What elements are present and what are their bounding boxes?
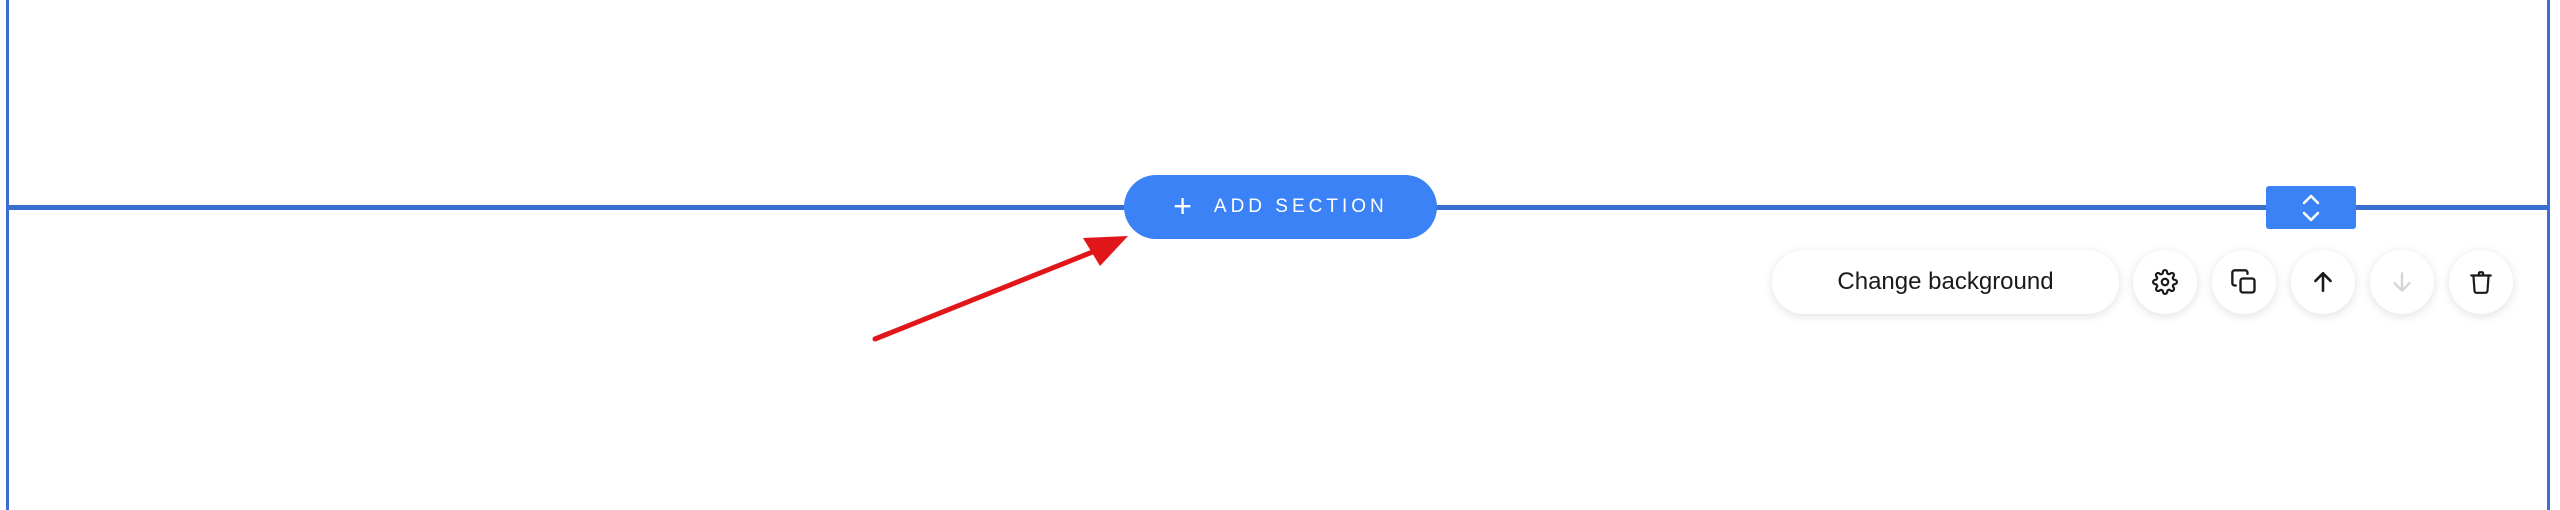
change-background-button[interactable]: Change background <box>1772 250 2119 314</box>
gear-icon <box>2152 269 2178 295</box>
move-section-down-button[interactable] <box>2370 250 2434 314</box>
editor-canvas: + ADD SECTION Change background <box>0 0 2560 510</box>
plus-icon: + <box>1173 187 1192 224</box>
section-toolbar: Change background <box>1772 250 2513 314</box>
duplicate-icon <box>2231 269 2256 294</box>
add-section-button[interactable]: + ADD SECTION <box>1124 175 1437 239</box>
arrow-up-icon <box>2314 272 2332 292</box>
trash-icon <box>2470 271 2492 294</box>
settings-button[interactable] <box>2133 250 2197 314</box>
add-section-label: ADD SECTION <box>1213 196 1388 217</box>
delete-section-button[interactable] <box>2449 250 2513 314</box>
duplicate-section-button[interactable] <box>2212 250 2276 314</box>
move-section-up-button[interactable] <box>2291 250 2355 314</box>
chevron-up-down-icon <box>2302 194 2320 221</box>
arrow-down-icon <box>2393 272 2411 292</box>
section-resize-handle[interactable] <box>2266 186 2356 229</box>
